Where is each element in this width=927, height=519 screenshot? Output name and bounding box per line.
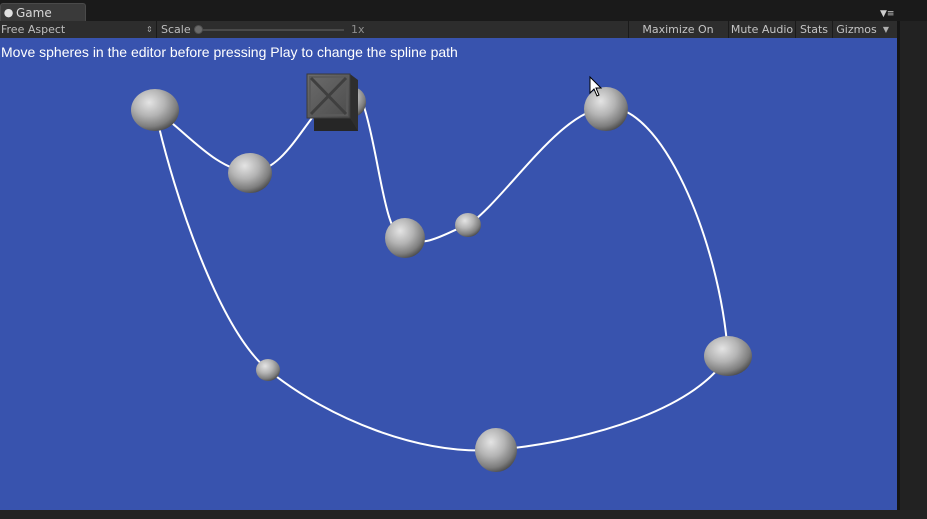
panel-menu-icon[interactable]: ▼≡: [880, 9, 894, 20]
toolbar-divider: [156, 21, 157, 38]
bottom-bar: [0, 510, 927, 519]
side-panel: [900, 21, 927, 510]
gizmos-button[interactable]: Gizmos: [834, 21, 879, 38]
pac-man-icon: ●: [3, 6, 14, 19]
scale-slider-thumb[interactable]: [194, 25, 203, 34]
aspect-dropdown[interactable]: Free Aspect ⇕: [1, 21, 153, 38]
sphere[interactable]: [131, 89, 179, 131]
stats-button[interactable]: Stats: [797, 21, 831, 38]
gizmos-dropdown-icon[interactable]: ▼: [881, 21, 891, 38]
aspect-label: Free Aspect: [1, 23, 66, 36]
toolbar-divider: [795, 21, 796, 38]
game-viewport[interactable]: Move spheres in the editor before pressi…: [0, 38, 897, 510]
sphere[interactable]: [704, 336, 752, 376]
sphere[interactable]: [256, 359, 280, 381]
sphere[interactable]: [455, 213, 481, 237]
tab-bar: ● Game ▼≡: [0, 0, 927, 21]
game-toolbar: Free Aspect ⇕ Scale 1x Maximize On Play …: [0, 21, 897, 53]
instruction-text: Move spheres in the editor before pressi…: [1, 44, 458, 60]
scale-slider-track[interactable]: [198, 29, 344, 31]
toolbar-divider: [628, 21, 629, 38]
sphere[interactable]: [385, 218, 425, 258]
dropdown-arrows-icon: ⇕: [146, 25, 153, 34]
game-window: ● Game ▼≡ Free Aspect ⇕ Scale 1x Maximiz…: [0, 0, 927, 519]
maximize-on-play-button[interactable]: Maximize On Play: [630, 21, 726, 53]
sphere[interactable]: [475, 428, 517, 472]
tab-game-label: Game: [16, 5, 52, 20]
scale-value: 1x: [351, 23, 365, 36]
scale-label: Scale: [161, 23, 191, 36]
spline-path: [153, 89, 730, 452]
sphere[interactable]: [228, 153, 272, 193]
sphere[interactable]: [584, 87, 628, 131]
mute-audio-button[interactable]: Mute Audio: [730, 21, 794, 38]
toolbar-divider: [728, 21, 729, 38]
scene-render: [131, 73, 752, 472]
toolbar-divider: [832, 21, 833, 38]
crate-icon[interactable]: [306, 73, 358, 131]
tab-game[interactable]: ● Game: [0, 3, 86, 21]
